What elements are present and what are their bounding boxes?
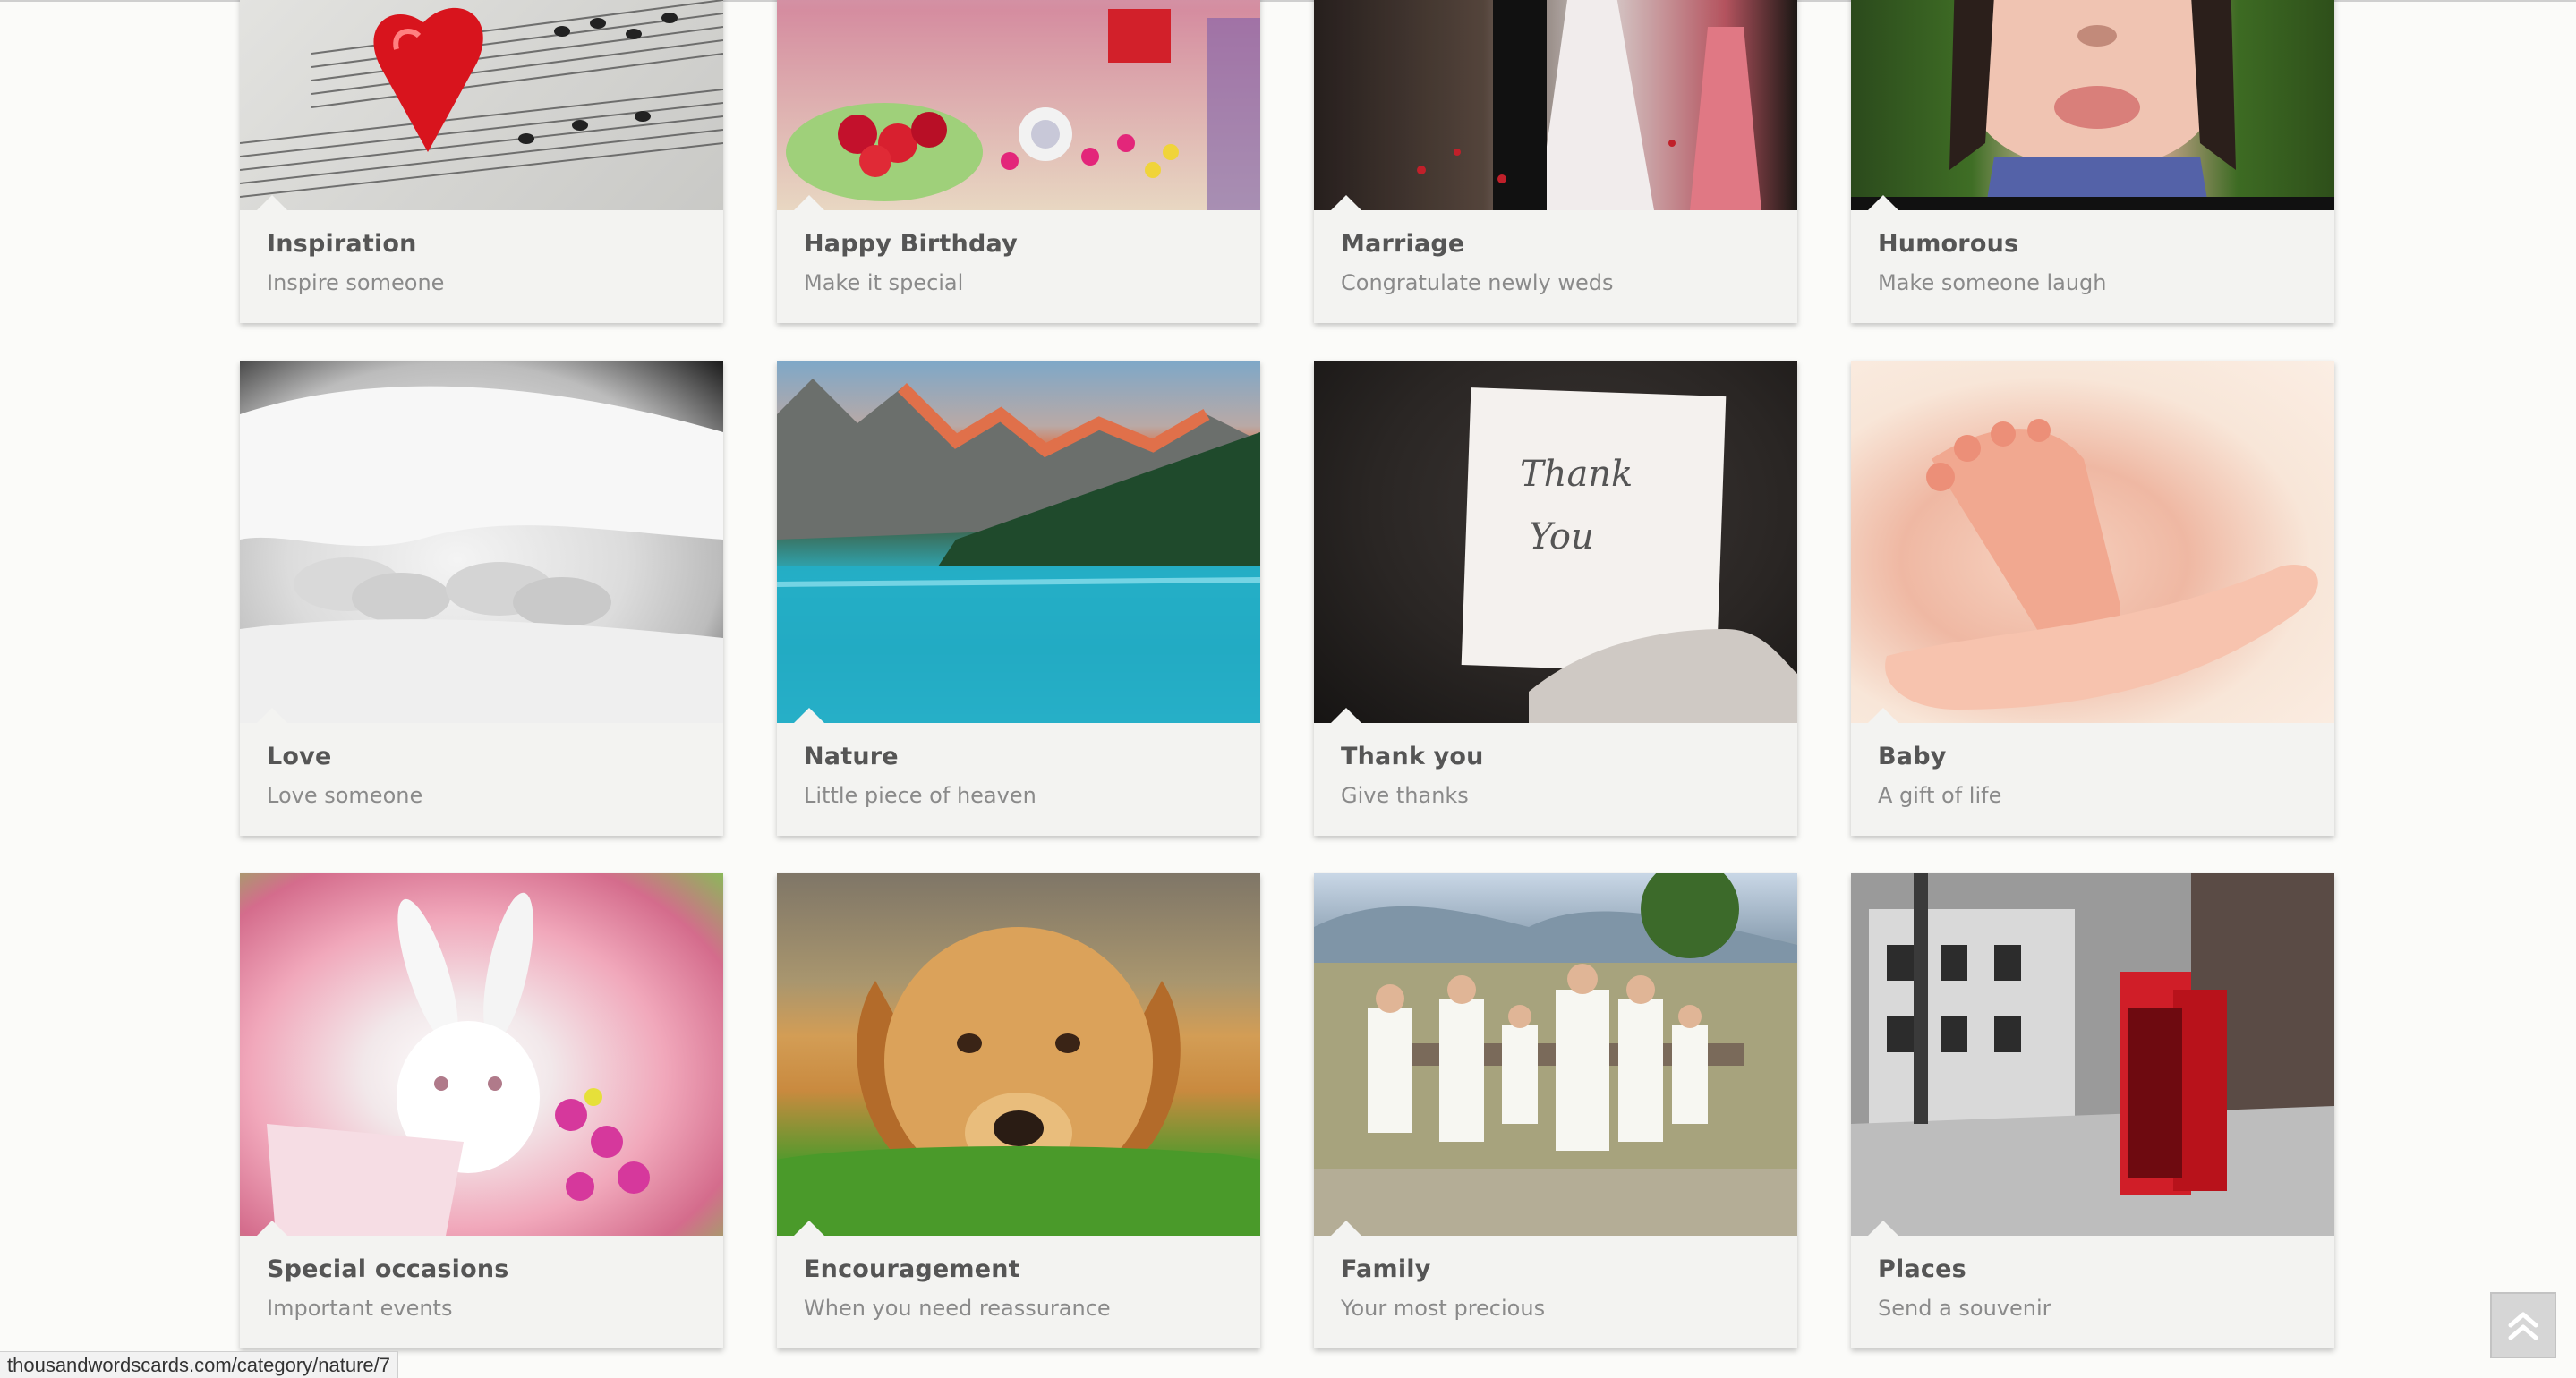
feet-under-blanket-image[interactable]	[240, 361, 723, 723]
card-subtitle: Congratulate newly weds	[1341, 270, 1614, 295]
thank-you-note-image[interactable]: Thank You	[1314, 361, 1797, 723]
category-card-places[interactable]: Places Send a souvenir	[1851, 873, 2334, 1348]
kissing-face-image[interactable]	[1851, 0, 2334, 210]
golden-retriever-puppy-image[interactable]	[777, 873, 1260, 1236]
double-chevron-up-icon	[2508, 1312, 2538, 1340]
category-card-humorous[interactable]: Humorous Make someone laugh	[1851, 0, 2334, 323]
baby-foot-in-hand-image[interactable]	[1851, 361, 2334, 723]
card-pointer	[793, 708, 825, 723]
category-card-encouragement[interactable]: Encouragement When you need reassurance	[777, 873, 1260, 1348]
category-card-special-occasions[interactable]: Special occasions Important events	[240, 873, 723, 1348]
party-table-art	[786, 9, 1260, 210]
category-card-marriage[interactable]: Marriage Congratulate newly weds	[1314, 0, 1797, 323]
card-title: Marriage	[1341, 230, 1465, 258]
back-to-top-button[interactable]	[2490, 1292, 2556, 1358]
wedding-couple-image[interactable]	[1314, 0, 1797, 210]
card-pointer	[256, 1221, 288, 1236]
card-pointer	[1330, 195, 1362, 210]
thank-you-note-art: Thank You	[1461, 387, 1797, 723]
card-subtitle: When you need reassurance	[804, 1296, 1111, 1321]
card-subtitle: Make someone laugh	[1878, 270, 2107, 295]
family-art	[1314, 873, 1797, 1236]
card-subtitle: Make it special	[804, 270, 964, 295]
card-subtitle: Little piece of heaven	[804, 783, 1036, 808]
category-card-love[interactable]: Love Love someone	[240, 361, 723, 836]
card-pointer	[793, 195, 825, 210]
card-pointer	[793, 1221, 825, 1236]
category-card-happy-birthday[interactable]: Happy Birthday Make it special	[777, 0, 1260, 323]
category-card-thank-you[interactable]: Thank You Thank you Give thanks	[1314, 361, 1797, 836]
card-pointer	[1330, 708, 1362, 723]
puppy-art	[777, 927, 1260, 1236]
red-phone-booths-image[interactable]	[1851, 873, 2334, 1236]
bunny-art	[267, 892, 650, 1236]
wedding-art	[1314, 0, 1797, 210]
card-title: Special occasions	[267, 1255, 509, 1283]
status-bar-url: thousandwordscards.com/category/nature/7	[0, 1351, 399, 1378]
card-subtitle: Send a souvenir	[1878, 1296, 2051, 1321]
mountain-lake-art	[777, 379, 1260, 723]
sheet-music-heart-art	[240, 0, 723, 198]
note-text-line: You	[1529, 516, 1594, 557]
category-grid: Inspiration Inspire someone Happy Birthd…	[240, 0, 2334, 1348]
sheet-music-heart-image[interactable]	[240, 0, 723, 210]
card-title: Encouragement	[804, 1255, 1020, 1283]
card-subtitle: Inspire someone	[267, 270, 445, 295]
category-card-inspiration[interactable]: Inspiration Inspire someone	[240, 0, 723, 323]
card-subtitle: Your most precious	[1341, 1296, 1546, 1321]
card-subtitle: Important events	[267, 1296, 453, 1321]
card-title: Humorous	[1878, 230, 2019, 258]
note-text-line: Thank	[1520, 454, 1633, 495]
card-subtitle: Love someone	[267, 783, 423, 808]
blanket-feet-art	[240, 386, 723, 723]
category-card-nature[interactable]: Nature Little piece of heaven	[777, 361, 1260, 836]
card-title: Love	[267, 743, 332, 770]
card-title: Family	[1341, 1255, 1431, 1283]
card-title: Inspiration	[267, 230, 417, 258]
card-pointer	[1330, 1221, 1362, 1236]
card-title: Thank you	[1341, 743, 1484, 770]
card-pointer	[256, 195, 288, 210]
card-pointer	[1867, 1221, 1899, 1236]
category-card-family[interactable]: Family Your most precious	[1314, 873, 1797, 1348]
phone-booth-art	[1851, 873, 2334, 1236]
card-title: Nature	[804, 743, 899, 770]
card-subtitle: Give thanks	[1341, 783, 1469, 808]
card-pointer	[1867, 195, 1899, 210]
card-title: Happy Birthday	[804, 230, 1018, 258]
white-bunny-flowers-image[interactable]	[240, 873, 723, 1236]
family-on-bench-image[interactable]	[1314, 873, 1797, 1236]
party-candy-table-image[interactable]	[777, 0, 1260, 210]
category-card-baby[interactable]: Baby A gift of life	[1851, 361, 2334, 836]
card-title: Baby	[1878, 743, 1947, 770]
baby-foot-art	[1885, 419, 2318, 710]
face-art	[1851, 0, 2334, 210]
card-subtitle: A gift of life	[1878, 783, 2002, 808]
mountain-lake-image[interactable]	[777, 361, 1260, 723]
card-pointer	[256, 708, 288, 723]
card-title: Places	[1878, 1255, 1966, 1283]
card-pointer	[1867, 708, 1899, 723]
